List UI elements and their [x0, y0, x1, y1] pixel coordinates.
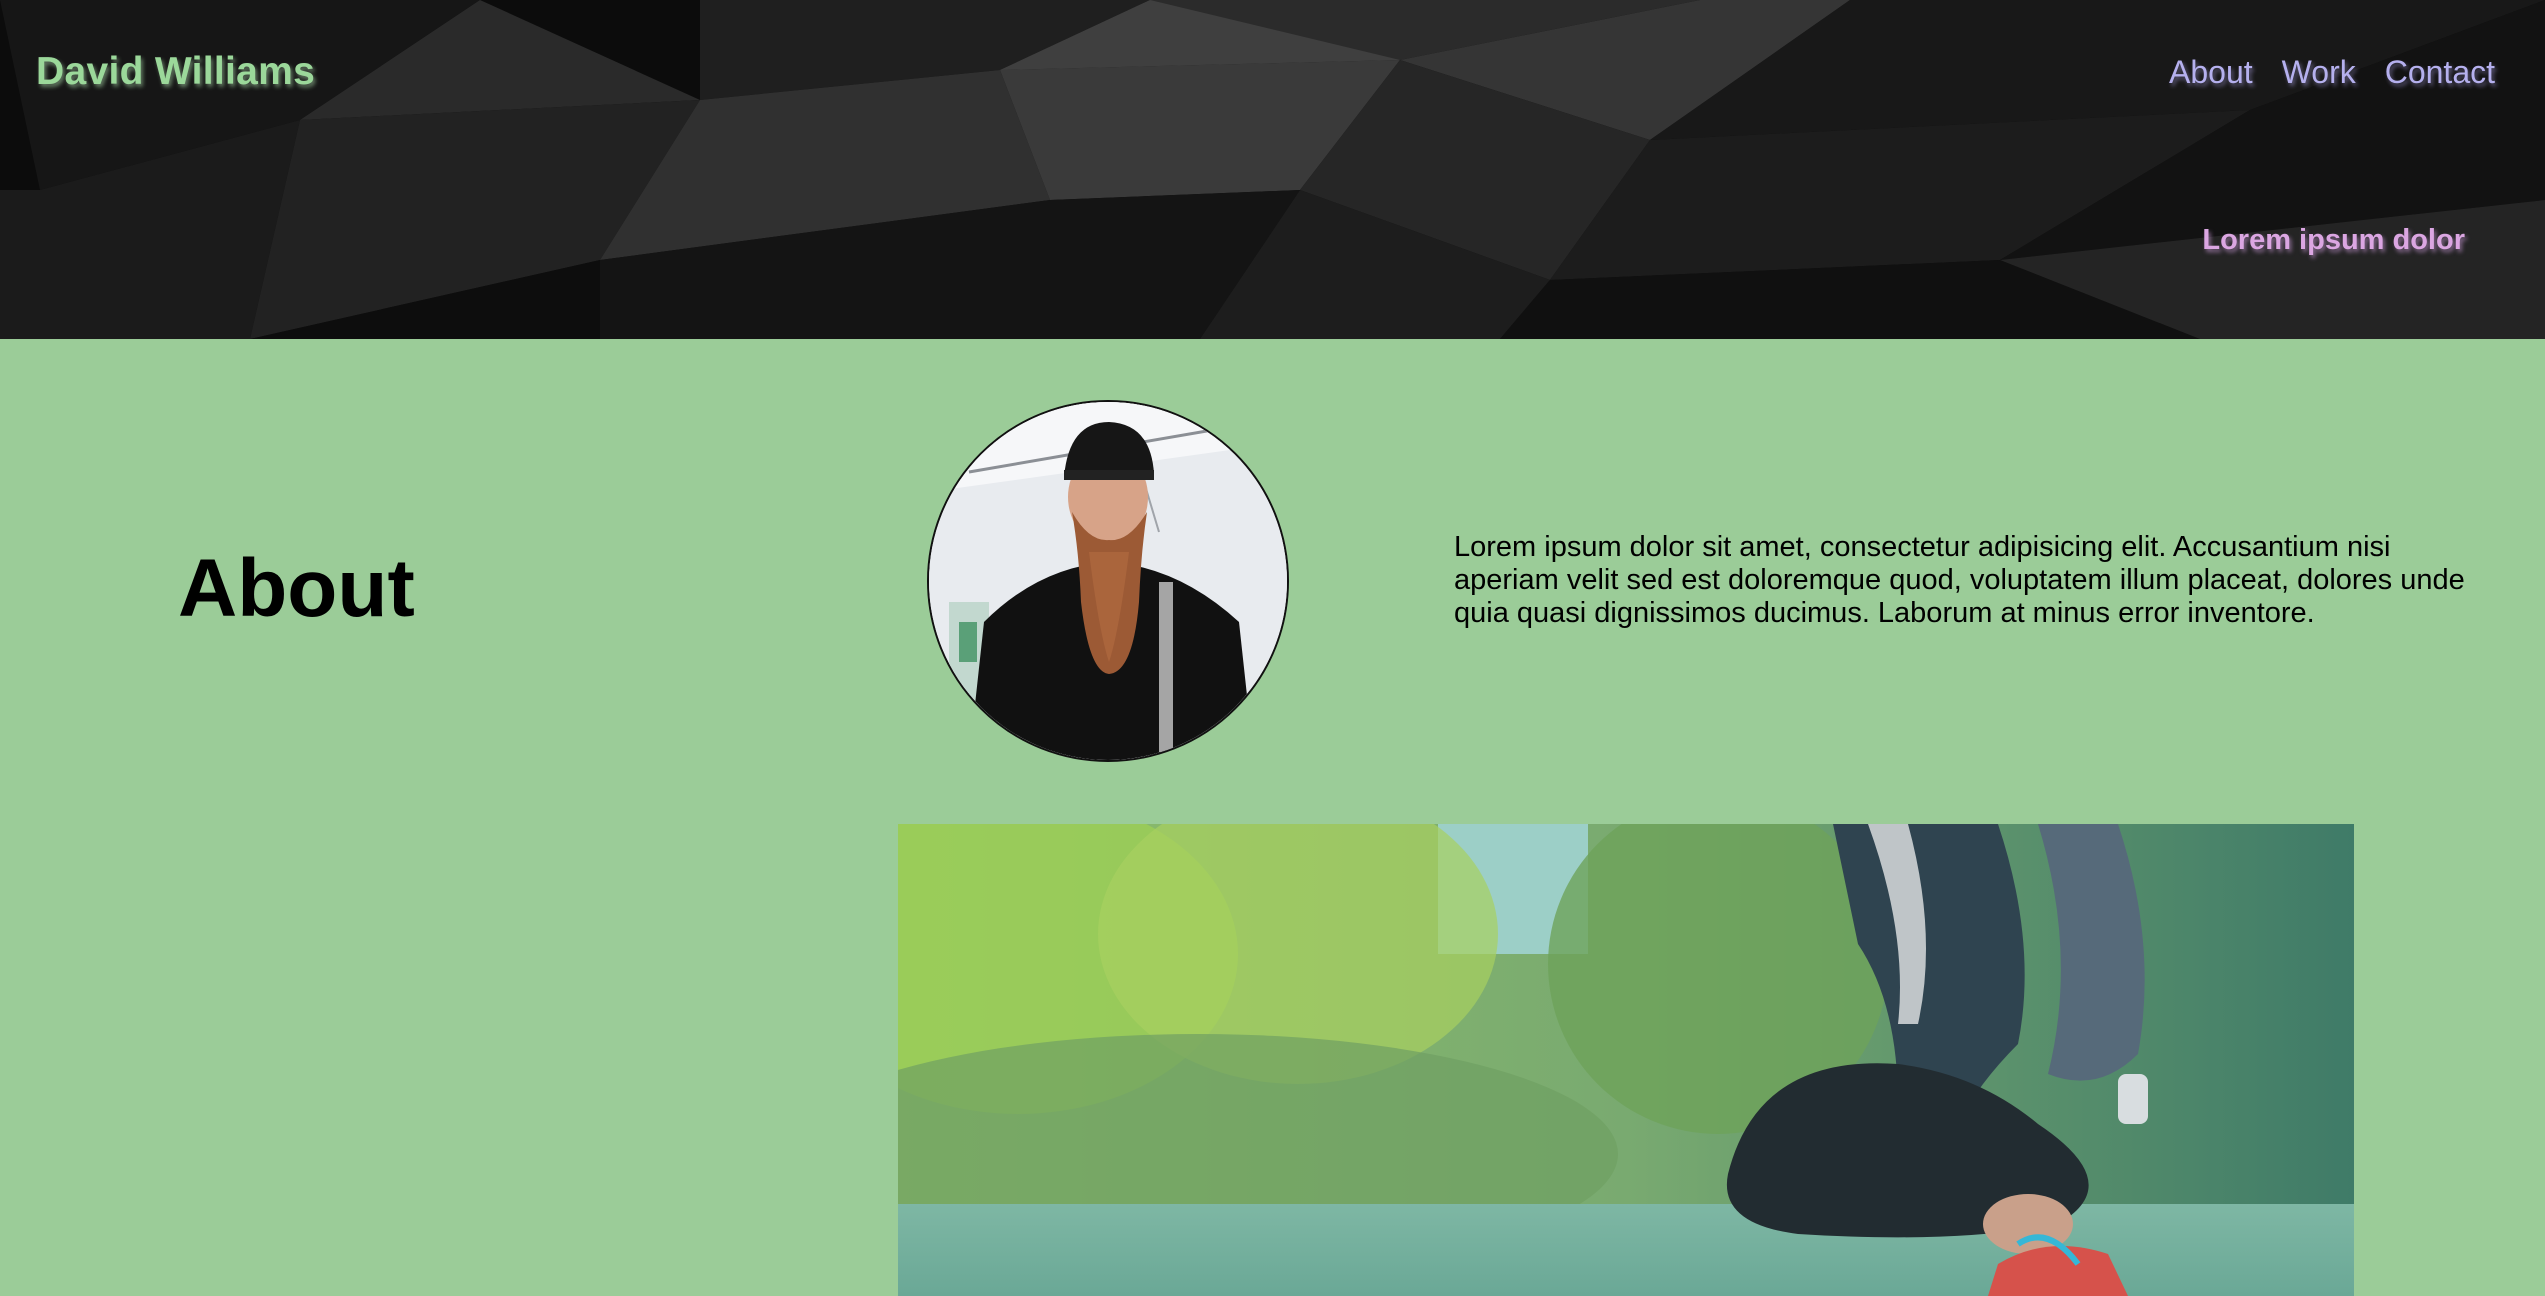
nav-about-link[interactable]: About [2169, 54, 2253, 91]
nav-contact-link[interactable]: Contact [2385, 54, 2495, 91]
brand-logo-link[interactable]: David Williams [36, 50, 315, 94]
profile-avatar [927, 400, 1289, 762]
about-heading: About [178, 543, 415, 634]
hero-header: David Williams About Work Contact Lorem … [0, 0, 2545, 339]
nav-work-link[interactable]: Work [2282, 54, 2356, 91]
header-tagline: Lorem ipsum dolor [2202, 224, 2465, 256]
main-nav: About Work Contact [2169, 54, 2495, 91]
about-description: Lorem ipsum dolor sit amet, consectetur … [1454, 531, 2465, 629]
runner-photo [898, 824, 2354, 1296]
polygon-background [0, 0, 2545, 339]
